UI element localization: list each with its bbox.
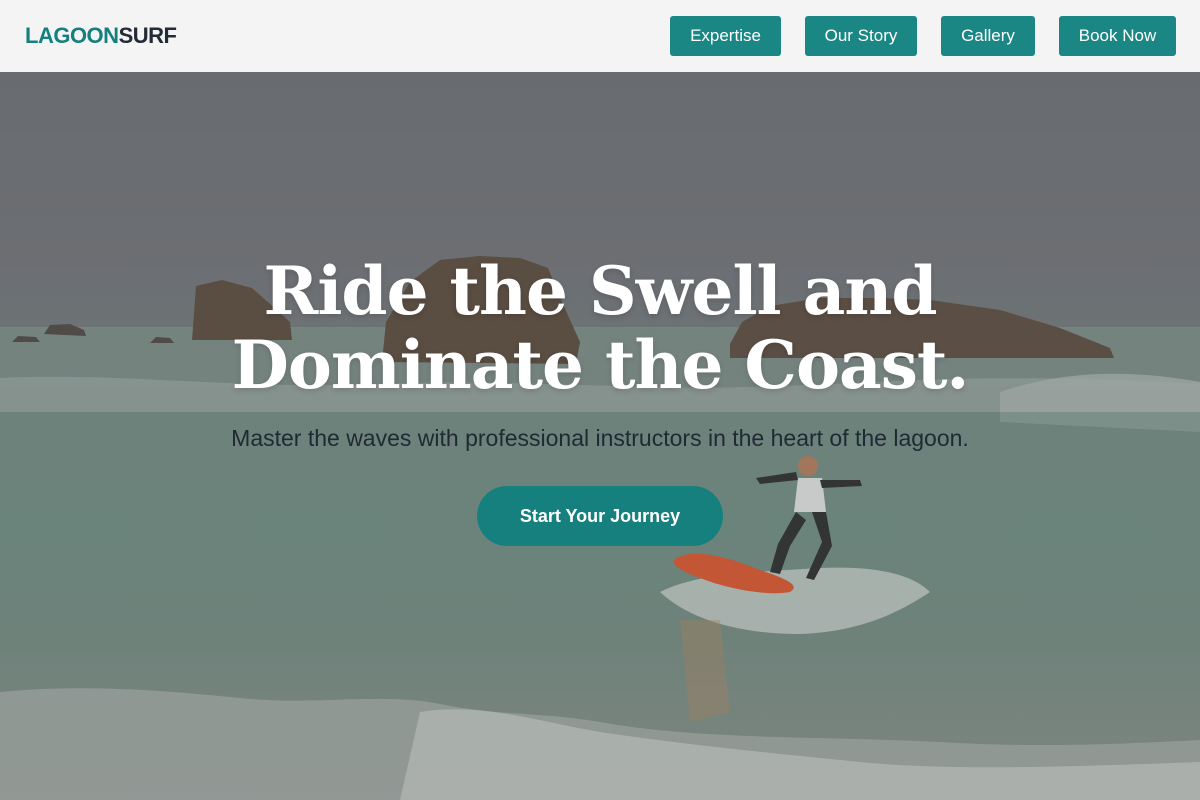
nav-book-now-button[interactable]: Book Now — [1059, 16, 1176, 56]
brand-logo-part1: LAGOON — [25, 23, 119, 48]
brand-logo-part2: SURF — [118, 23, 177, 48]
hero-headline-line2: Dominate the Coast. — [231, 326, 970, 404]
start-journey-button[interactable]: Start Your Journey — [477, 486, 723, 546]
nav-expertise-button[interactable]: Expertise — [670, 16, 781, 56]
hero-headline: Ride the Swell and Dominate the Coast. — [0, 254, 1200, 402]
nav-gallery-button[interactable]: Gallery — [941, 16, 1035, 56]
hero-subheadline: Master the waves with professional instr… — [231, 425, 969, 451]
hero-section: Ride the Swell and Dominate the Coast. M… — [0, 72, 1200, 800]
site-header: LAGOONSURF Expertise Our Story Gallery B… — [0, 0, 1200, 72]
hero-headline-line1: Ride the Swell and — [263, 252, 938, 330]
brand-logo[interactable]: LAGOONSURF — [25, 22, 177, 50]
nav-our-story-button[interactable]: Our Story — [805, 16, 917, 56]
